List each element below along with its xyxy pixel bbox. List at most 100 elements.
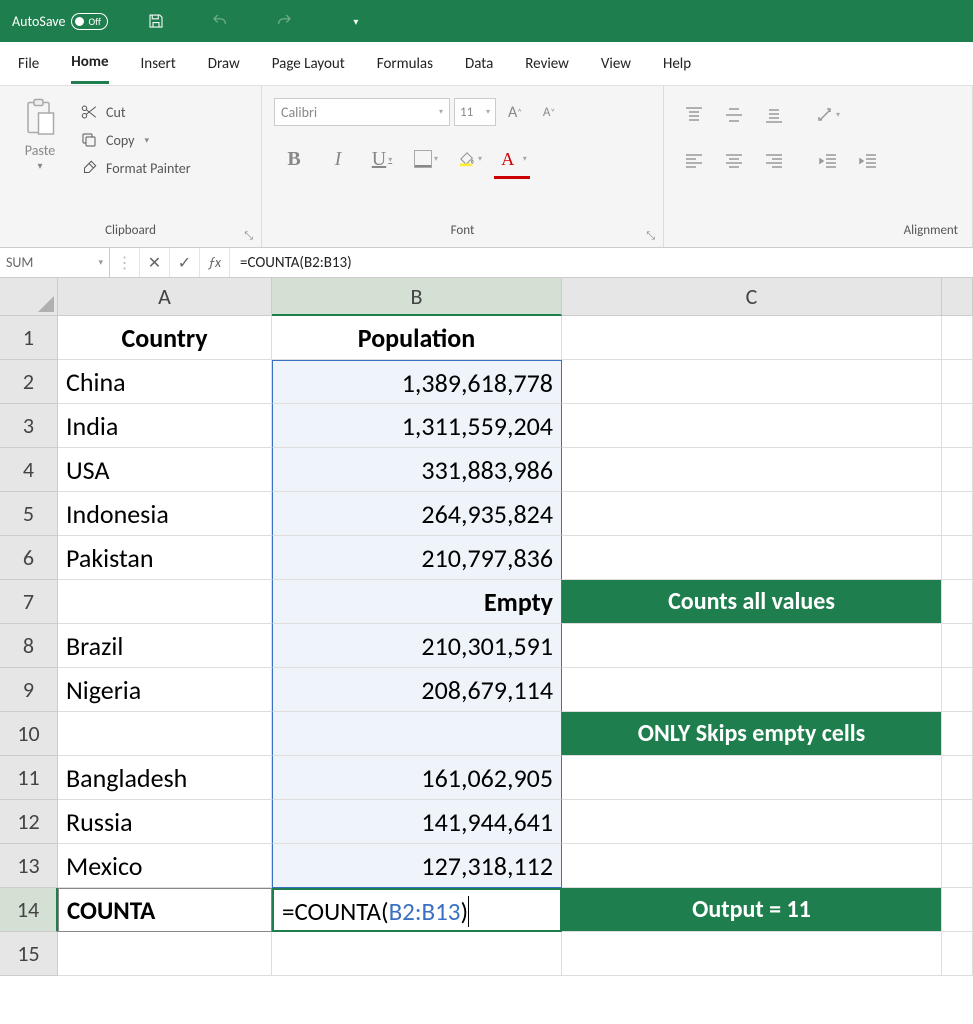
cell-b10[interactable]: [272, 712, 562, 756]
fx-icon[interactable]: ƒx: [200, 248, 230, 277]
row-head[interactable]: 15: [0, 932, 58, 976]
copy-button[interactable]: Copy ▾: [78, 126, 193, 154]
save-icon[interactable]: [140, 7, 172, 35]
cell-d4[interactable]: [942, 448, 973, 492]
cell-c6[interactable]: [562, 536, 942, 580]
row-head[interactable]: 4: [0, 448, 58, 492]
row-head[interactable]: 10: [0, 712, 58, 756]
autosave-toggle[interactable]: Off: [71, 13, 107, 30]
row-head[interactable]: 2: [0, 360, 58, 404]
row-head[interactable]: 11: [0, 756, 58, 800]
cell-a1[interactable]: Country: [58, 316, 272, 360]
cell-b9[interactable]: 208,679,114: [272, 668, 562, 712]
row-head[interactable]: 12: [0, 800, 58, 844]
cell-a6[interactable]: Pakistan: [58, 536, 272, 580]
align-bottom-icon[interactable]: [756, 100, 792, 130]
cell-b14[interactable]: =COUNTA(B2:B13): [272, 888, 562, 932]
tab-view[interactable]: View: [601, 45, 631, 83]
decrease-indent-icon[interactable]: [810, 146, 846, 176]
cell-c12[interactable]: [562, 800, 942, 844]
font-launcher-icon[interactable]: ⤡: [646, 229, 655, 243]
row-head[interactable]: 13: [0, 844, 58, 888]
col-head-d[interactable]: [942, 278, 973, 316]
cell-d10[interactable]: [942, 712, 973, 756]
align-middle-icon[interactable]: [716, 100, 752, 130]
row-head[interactable]: 8: [0, 624, 58, 668]
cell-a14[interactable]: COUNTA: [58, 888, 272, 932]
font-color-button[interactable]: A ▾: [494, 142, 534, 176]
cell-a8[interactable]: Brazil: [58, 624, 272, 668]
cell-d3[interactable]: [942, 404, 973, 448]
cell-b6[interactable]: 210,797,836: [272, 536, 562, 580]
col-head-a[interactable]: A: [58, 278, 272, 316]
cell-b3[interactable]: 1,311,559,204: [272, 404, 562, 448]
cell-a3[interactable]: India: [58, 404, 272, 448]
cell-c2[interactable]: [562, 360, 942, 404]
row-head[interactable]: 6: [0, 536, 58, 580]
tab-help[interactable]: Help: [663, 45, 691, 83]
align-left-icon[interactable]: [676, 146, 712, 176]
cell-d9[interactable]: [942, 668, 973, 712]
increase-font-icon[interactable]: A˄: [500, 98, 530, 126]
align-center-icon[interactable]: [716, 146, 752, 176]
cell-a11[interactable]: Bangladesh: [58, 756, 272, 800]
cell-d1[interactable]: [942, 316, 973, 360]
row-head[interactable]: 7: [0, 580, 58, 624]
tab-data[interactable]: Data: [465, 45, 493, 83]
row-head[interactable]: 9: [0, 668, 58, 712]
copy-dropdown-arrow[interactable]: ▾: [144, 135, 149, 146]
tab-file[interactable]: File: [18, 45, 39, 83]
paste-dropdown-arrow[interactable]: ▾: [8, 159, 72, 172]
cell-d6[interactable]: [942, 536, 973, 580]
row-head[interactable]: 14: [0, 888, 58, 932]
tab-formulas[interactable]: Formulas: [377, 45, 433, 83]
tab-draw[interactable]: Draw: [208, 45, 240, 83]
cell-d7[interactable]: [942, 580, 973, 624]
cell-a2[interactable]: China: [58, 360, 272, 404]
autosave-control[interactable]: AutoSave Off: [12, 13, 108, 30]
row-head[interactable]: 5: [0, 492, 58, 536]
spreadsheet[interactable]: A B C 1 Country Population 2 China 1,389…: [0, 278, 973, 976]
cell-b5[interactable]: 264,935,824: [272, 492, 562, 536]
cell-b12[interactable]: 141,944,641: [272, 800, 562, 844]
select-all-corner[interactable]: [0, 278, 58, 316]
orientation-icon[interactable]: ▾: [810, 100, 846, 130]
col-head-b[interactable]: B: [272, 278, 562, 316]
cell-c10[interactable]: ONLY Skips empty cells: [562, 712, 942, 756]
fill-color-button[interactable]: ▾: [450, 142, 490, 176]
cell-a5[interactable]: Indonesia: [58, 492, 272, 536]
cell-c3[interactable]: [562, 404, 942, 448]
tab-pagelayout[interactable]: Page Layout: [272, 45, 345, 83]
cell-d15[interactable]: [942, 932, 973, 976]
italic-button[interactable]: I: [318, 142, 358, 176]
clipboard-launcher-icon[interactable]: ⤡: [244, 229, 253, 243]
name-box[interactable]: SUM▾: [0, 248, 110, 277]
cell-a12[interactable]: Russia: [58, 800, 272, 844]
cell-d12[interactable]: [942, 800, 973, 844]
col-head-c[interactable]: C: [562, 278, 942, 316]
cell-a13[interactable]: Mexico: [58, 844, 272, 888]
cell-b4[interactable]: 331,883,986: [272, 448, 562, 492]
accept-formula-icon[interactable]: ✓: [170, 248, 200, 277]
cell-b2[interactable]: 1,389,618,778: [272, 360, 562, 404]
cell-d13[interactable]: [942, 844, 973, 888]
cell-b1[interactable]: Population: [272, 316, 562, 360]
bold-button[interactable]: B: [274, 142, 314, 176]
decrease-font-icon[interactable]: A˅: [534, 98, 564, 126]
cell-a15[interactable]: [58, 932, 272, 976]
cancel-formula-icon[interactable]: ✕: [140, 248, 170, 277]
format-painter-button[interactable]: Format Painter: [78, 154, 193, 182]
tab-insert[interactable]: Insert: [141, 45, 176, 83]
cell-c1[interactable]: [562, 316, 942, 360]
cell-c14[interactable]: Output = 11: [562, 888, 942, 932]
cell-c11[interactable]: [562, 756, 942, 800]
qat-customize-icon[interactable]: ▾: [340, 7, 372, 35]
cell-c4[interactable]: [562, 448, 942, 492]
cell-c7[interactable]: Counts all values: [562, 580, 942, 624]
cell-c9[interactable]: [562, 668, 942, 712]
tab-home[interactable]: Home: [71, 43, 108, 84]
cell-b15[interactable]: [272, 932, 562, 976]
cell-b11[interactable]: 161,062,905: [272, 756, 562, 800]
cell-d5[interactable]: [942, 492, 973, 536]
row-head[interactable]: 3: [0, 404, 58, 448]
